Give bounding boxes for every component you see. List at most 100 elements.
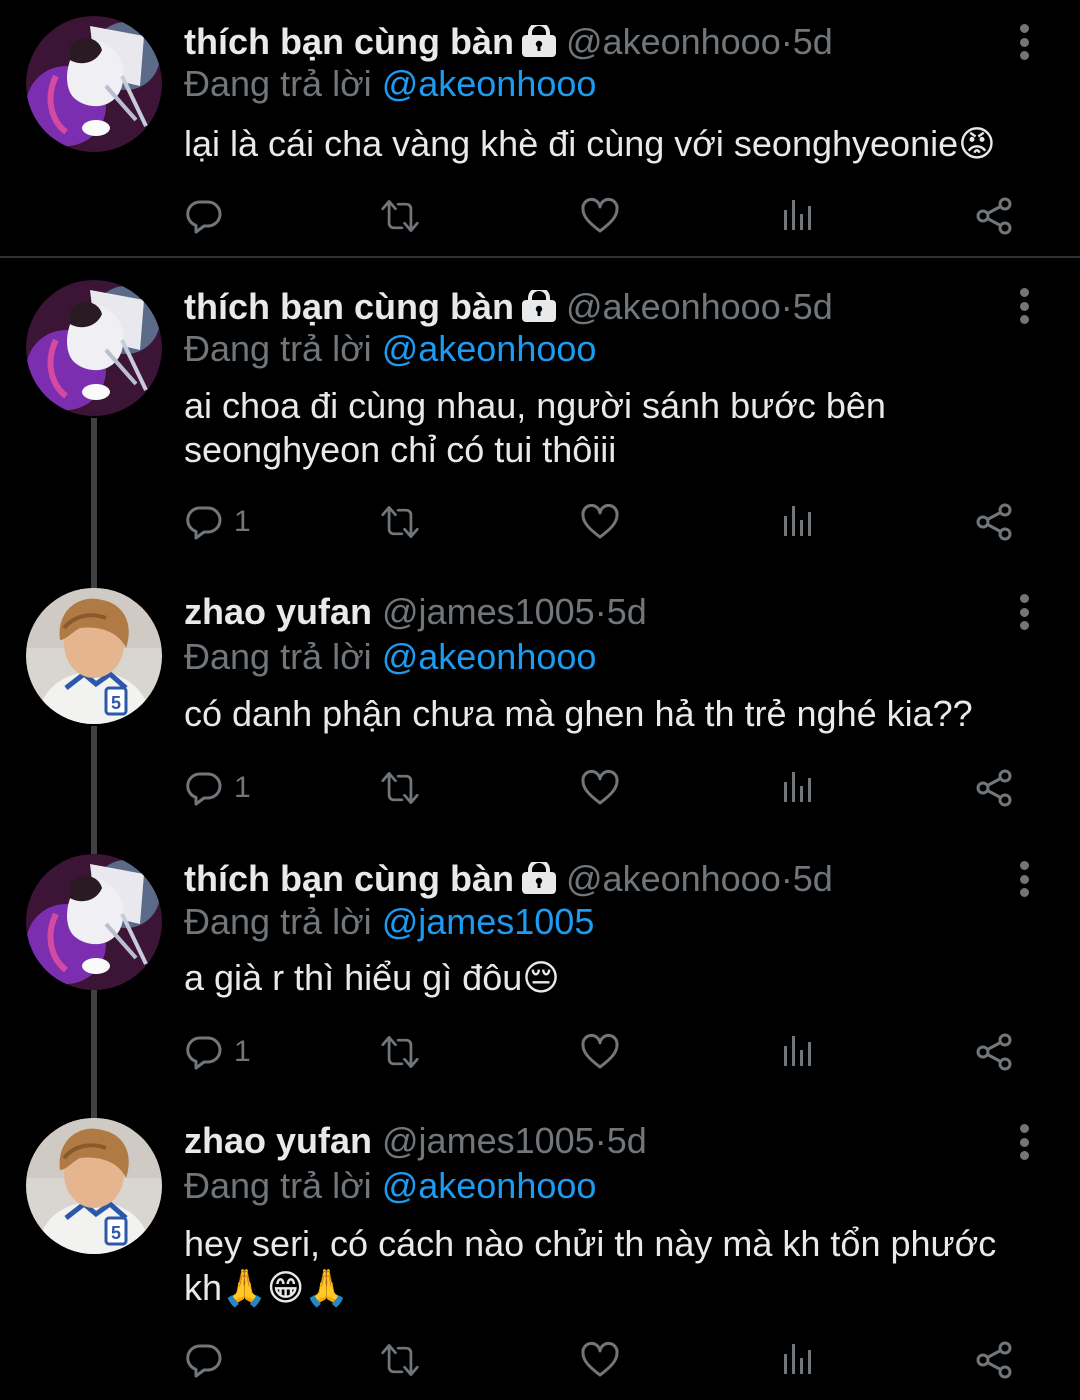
like-button[interactable] [580, 500, 620, 544]
like-button[interactable] [580, 194, 620, 238]
reply-mention[interactable]: @akeonhooo [382, 63, 597, 104]
tweet-actions: 1 [184, 500, 1034, 544]
reply-button[interactable]: 1 [184, 766, 251, 810]
reply-button[interactable]: 1 [184, 500, 251, 544]
user-handle[interactable]: @akeonhooo [566, 858, 781, 899]
replying-to: Đang trả lời @akeonhooo [184, 327, 596, 371]
timestamp[interactable]: 5d [607, 591, 647, 632]
reply-icon [186, 1036, 222, 1070]
replying-to: Đang trả lời @akeonhooo [184, 635, 596, 679]
more-icon[interactable] [1012, 592, 1036, 632]
display-name[interactable]: thích bạn cùng bàn [184, 21, 514, 62]
like-button[interactable] [580, 1030, 620, 1074]
replying-to-label: Đang trả lời [184, 636, 382, 677]
avatar-akeonhooo[interactable] [26, 280, 162, 416]
display-name[interactable]: zhao yufan [184, 591, 372, 632]
separator-dot: · [780, 858, 793, 899]
share-icon [976, 1033, 1012, 1071]
tweet-actions [184, 194, 1034, 238]
retweet-icon [381, 772, 419, 804]
share-button[interactable] [974, 500, 1014, 544]
share-button[interactable] [974, 1338, 1014, 1382]
retweet-icon [381, 1344, 419, 1376]
like-button[interactable] [580, 766, 620, 810]
reply-button[interactable]: 1 [184, 1030, 251, 1074]
views-icon [784, 772, 811, 802]
user-handle[interactable]: @akeonhooo [566, 286, 781, 327]
share-icon [976, 503, 1012, 541]
replying-to-label: Đang trả lời [184, 901, 382, 942]
retweet-button[interactable] [380, 500, 420, 544]
views-icon [784, 200, 811, 230]
reply-count: 1 [234, 505, 251, 538]
retweet-icon [381, 506, 419, 538]
display-name[interactable]: thích bạn cùng bàn [184, 858, 514, 899]
views-button[interactable] [778, 766, 818, 810]
user-handle[interactable]: @akeonhooo [566, 21, 781, 62]
share-button[interactable] [974, 1030, 1014, 1074]
display-name[interactable]: zhao yufan [184, 1120, 372, 1161]
retweet-icon [381, 200, 419, 232]
share-button[interactable] [974, 766, 1014, 810]
lock-icon [522, 287, 556, 322]
timestamp[interactable]: 5d [793, 21, 833, 62]
reply-icon [186, 772, 222, 806]
user-handle[interactable]: @james1005 [382, 1120, 595, 1161]
like-icon [581, 1034, 619, 1069]
separator-dot: · [780, 21, 793, 62]
user-handle[interactable]: @james1005 [382, 591, 595, 632]
display-name[interactable]: thích bạn cùng bàn [184, 286, 514, 327]
tweet-text: có danh phận chưa mà ghen hả th trẻ nghé… [184, 693, 973, 734]
reply-mention[interactable]: @akeonhooo [382, 636, 597, 677]
views-icon [784, 506, 811, 536]
reply-mention[interactable]: @akeonhooo [382, 328, 597, 369]
more-icon[interactable] [1012, 859, 1036, 899]
tweet-text: a già r thì hiểu gì đôu😔 [184, 957, 560, 998]
reply-icon [186, 200, 222, 234]
replying-to-label: Đang trả lời [184, 328, 382, 369]
reply-mention[interactable]: @james1005 [382, 901, 595, 942]
like-button[interactable] [580, 1338, 620, 1382]
timestamp[interactable]: 5d [607, 1120, 647, 1161]
tweet-actions: 1 [184, 1030, 1034, 1074]
separator-dot: · [594, 591, 607, 632]
share-icon [976, 769, 1012, 807]
views-button[interactable] [778, 1030, 818, 1074]
lock-icon [522, 859, 556, 894]
views-button[interactable] [778, 1338, 818, 1382]
thread-line [91, 418, 97, 588]
reply-count: 1 [234, 1035, 251, 1068]
reply-mention[interactable]: @akeonhooo [382, 1165, 597, 1206]
separator-dot: · [594, 1120, 607, 1161]
tweet-text: lại là cái cha vàng khè đi cùng với seon… [184, 123, 996, 164]
share-button[interactable] [974, 194, 1014, 238]
timestamp[interactable]: 5d [793, 286, 833, 327]
tweet-actions [184, 1338, 1034, 1382]
thread-line [91, 726, 97, 854]
svg-text:5: 5 [111, 1223, 121, 1243]
avatar-akeonhooo[interactable] [26, 854, 162, 990]
retweet-button[interactable] [380, 194, 420, 238]
reply-button[interactable] [184, 1338, 234, 1382]
reply-button[interactable] [184, 194, 234, 238]
tweet-text: hey seri, có cách nào chửi th này mà kh … [184, 1223, 997, 1308]
retweet-button[interactable] [380, 1338, 420, 1382]
replying-to: Đang trả lời @akeonhooo [184, 1164, 596, 1208]
retweet-button[interactable] [380, 766, 420, 810]
tweet-actions: 1 [184, 766, 1034, 810]
more-icon[interactable] [1012, 22, 1036, 62]
avatar-akeonhooo[interactable] [26, 16, 162, 152]
more-icon[interactable] [1012, 286, 1036, 326]
like-icon [581, 770, 619, 805]
avatar-james1005[interactable]: 5 [26, 1118, 162, 1254]
like-icon [581, 198, 619, 233]
replying-to-label: Đang trả lời [184, 63, 382, 104]
svg-text:5: 5 [111, 693, 121, 713]
views-button[interactable] [778, 500, 818, 544]
avatar-james1005[interactable]: 5 [26, 588, 162, 724]
views-button[interactable] [778, 194, 818, 238]
tweet-header: thích bạn cùng bàn @akeonhooo·5d [184, 857, 833, 901]
more-icon[interactable] [1012, 1122, 1036, 1162]
timestamp[interactable]: 5d [793, 858, 833, 899]
retweet-button[interactable] [380, 1030, 420, 1074]
